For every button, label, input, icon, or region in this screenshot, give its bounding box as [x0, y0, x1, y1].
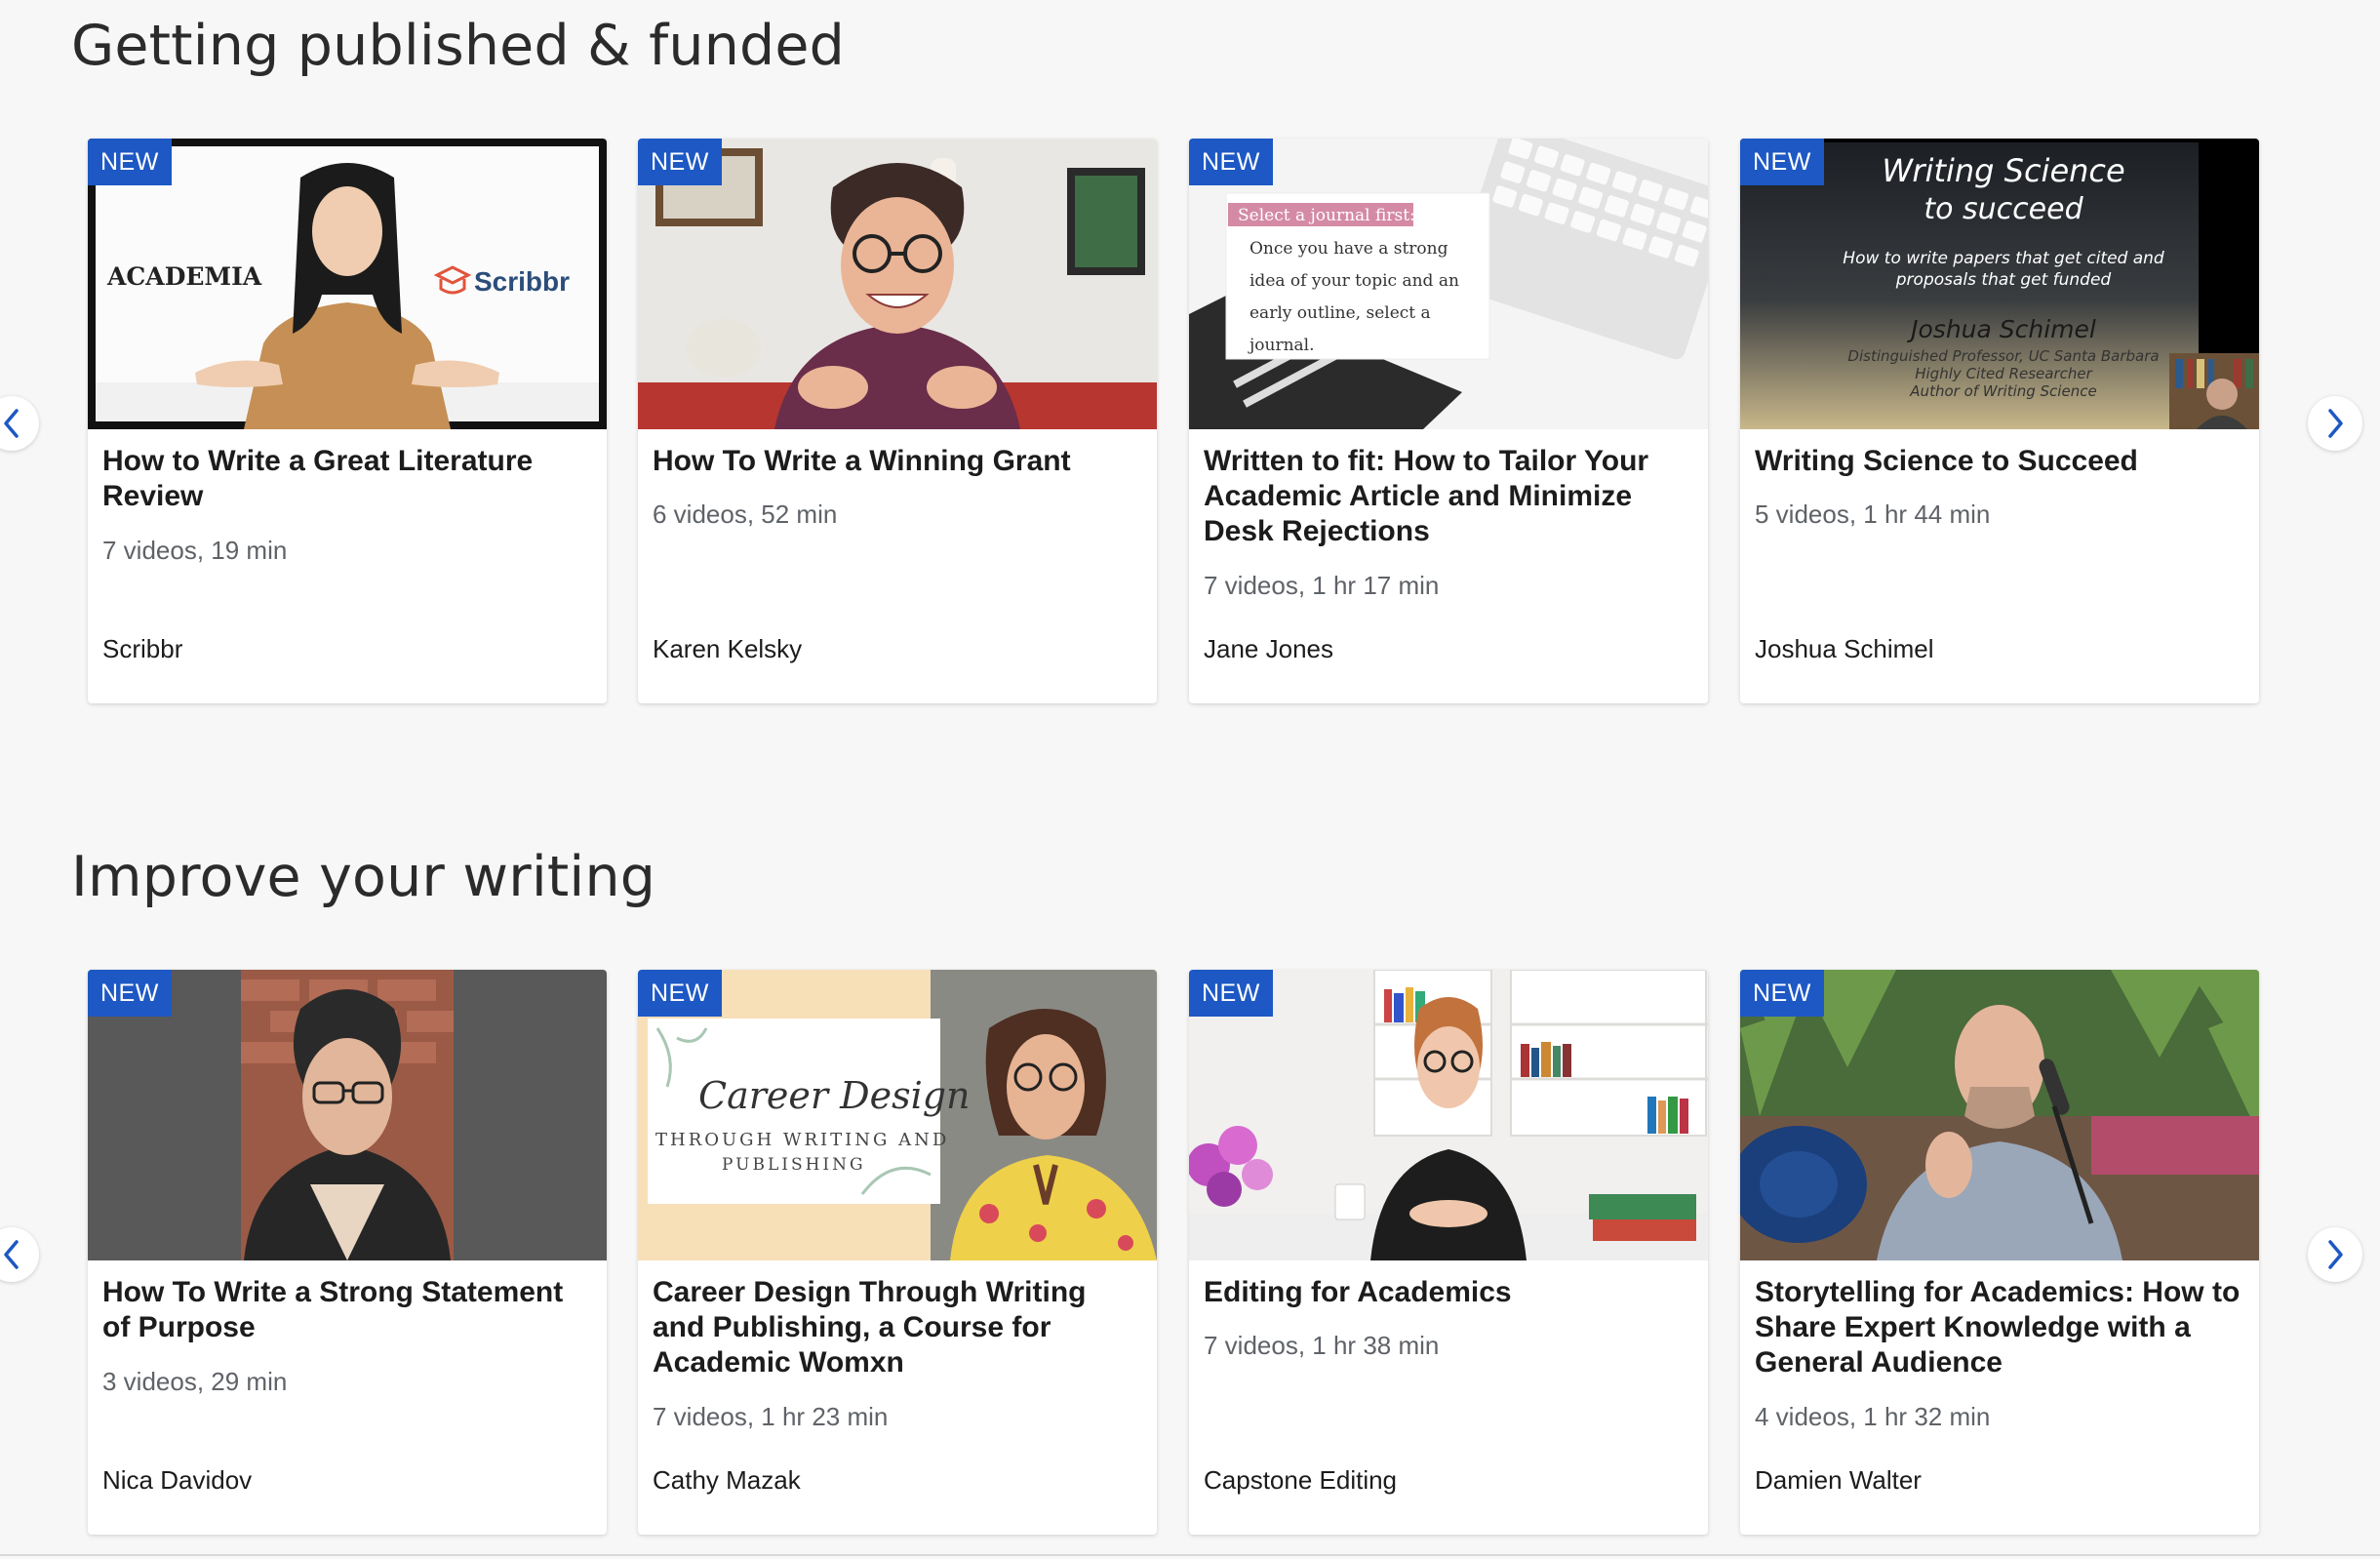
course-meta: 7 videos, 1 hr 17 min	[1204, 571, 1440, 600]
new-badge: NEW	[638, 970, 722, 1017]
course-title[interactable]: Written to fit: How to Tailor Your Acade…	[1204, 444, 1696, 549]
svg-text:to succeed: to succeed	[1924, 192, 2083, 226]
thumb-line1: THROUGH WRITING AND	[655, 1130, 949, 1150]
course-title[interactable]: Storytelling for Academics: How to Share…	[1755, 1275, 2247, 1380]
thumb-line2: PUBLISHING	[722, 1155, 866, 1175]
course-author: Cathy Mazak	[653, 1465, 801, 1495]
chevron-left-icon	[4, 409, 19, 438]
course-meta: 3 videos, 29 min	[102, 1367, 288, 1396]
chevron-right-icon	[2328, 409, 2343, 438]
course-author: Scribbr	[102, 634, 183, 663]
carousel-next-button[interactable]	[2308, 396, 2362, 451]
new-badge: NEW	[638, 139, 722, 185]
course-card[interactable]: NEW How To Write a Winning Grant 6 video…	[638, 139, 1157, 703]
course-author: Joshua Schimel	[1755, 634, 1934, 663]
new-badge: NEW	[88, 139, 172, 185]
new-badge: NEW	[1189, 139, 1273, 185]
course-card[interactable]: ACADEMIA Scribbr NEW How to Write a Grea…	[88, 139, 607, 703]
thumb-tag: Select a journal first:	[1238, 206, 1415, 225]
course-meta: 5 videos, 1 hr 44 min	[1755, 500, 1991, 529]
course-thumbnail[interactable]: NEW	[638, 139, 1157, 429]
course-thumbnail[interactable]: Select a journal first: Once you have a …	[1189, 139, 1708, 429]
course-card[interactable]: NEW Editing for Academics 7 videos, 1 hr…	[1189, 970, 1708, 1535]
svg-text:Scribbr: Scribbr	[474, 266, 570, 297]
course-title[interactable]: Career Design Through Writing and Publis…	[653, 1275, 1145, 1380]
thumb-script-text: Career Design	[698, 1074, 971, 1117]
course-card[interactable]: Select a journal first: Once you have a …	[1189, 139, 1708, 703]
section-title: Improve your writing	[71, 845, 656, 909]
course-author: Nica Davidov	[102, 1465, 253, 1495]
course-title[interactable]: How To Write a Strong Statement of Purpo…	[102, 1275, 595, 1345]
svg-text:early outline, select a: early outline, select a	[1250, 303, 1431, 323]
svg-text:Highly Cited Researcher: Highly Cited Researcher	[1915, 365, 2092, 382]
course-title[interactable]: How to Write a Great Literature Review	[102, 444, 595, 514]
svg-text:Once you have a strong: Once you have a strong	[1250, 239, 1448, 259]
scribbr-logo: Scribbr	[433, 265, 570, 297]
course-card[interactable]: NEW How To Write a Strong Statement of P…	[88, 970, 607, 1535]
course-meta: 7 videos, 1 hr 38 min	[1204, 1331, 1440, 1360]
course-author: Capstone Editing	[1204, 1465, 1398, 1495]
course-meta: 6 videos, 52 min	[653, 500, 838, 529]
svg-text:Joshua Schimel: Joshua Schimel	[1906, 315, 2096, 343]
new-badge: NEW	[1740, 970, 1824, 1017]
carousel-prev-button[interactable]	[0, 1227, 39, 1282]
course-thumbnail[interactable]: Career Design THROUGH WRITING AND PUBLIS…	[638, 970, 1157, 1260]
course-thumbnail[interactable]: Writing Science to succeed How to write …	[1740, 139, 2259, 429]
course-title[interactable]: How To Write a Winning Grant	[653, 444, 1145, 479]
divider	[0, 1554, 2380, 1556]
course-thumbnail[interactable]: NEW	[1189, 970, 1708, 1260]
carousel-next-button[interactable]	[2308, 1227, 2362, 1282]
course-card[interactable]: Career Design THROUGH WRITING AND PUBLIS…	[638, 970, 1157, 1535]
svg-text:Writing Science: Writing Science	[1882, 152, 2124, 189]
thumb-text-academia: ACADEMIA	[106, 262, 262, 291]
course-title[interactable]: Editing for Academics	[1204, 1275, 1696, 1310]
course-card[interactable]: NEW Storytelling for Academics: How to S…	[1740, 970, 2259, 1535]
course-title[interactable]: Writing Science to Succeed	[1755, 444, 2247, 479]
course-meta: 7 videos, 19 min	[102, 536, 288, 565]
course-thumbnail[interactable]: NEW	[88, 970, 607, 1260]
svg-text:How to write papers that get c: How to write papers that get cited and	[1843, 249, 2164, 268]
course-author: Damien Walter	[1755, 1465, 1922, 1495]
new-badge: NEW	[88, 970, 172, 1017]
course-thumbnail[interactable]: NEW	[1740, 970, 2259, 1260]
new-badge: NEW	[1189, 970, 1273, 1017]
course-card[interactable]: Writing Science to succeed How to write …	[1740, 139, 2259, 703]
svg-text:Distinguished Professor, UC Sa: Distinguished Professor, UC Santa Barbar…	[1847, 347, 2159, 365]
course-author: Jane Jones	[1204, 634, 1333, 663]
course-thumbnail[interactable]: ACADEMIA Scribbr NEW	[88, 139, 607, 429]
svg-text:journal.: journal.	[1248, 336, 1315, 355]
carousel-prev-button[interactable]	[0, 396, 39, 451]
course-meta: 7 videos, 1 hr 23 min	[653, 1402, 889, 1431]
chevron-left-icon	[4, 1240, 19, 1269]
section-title: Getting published & funded	[71, 14, 846, 78]
course-meta: 4 videos, 1 hr 32 min	[1755, 1402, 1991, 1431]
svg-text:idea of your topic and an: idea of your topic and an	[1250, 271, 1459, 291]
new-badge: NEW	[1740, 139, 1824, 185]
svg-text:proposals that get funded: proposals that get funded	[1895, 270, 2112, 290]
chevron-right-icon	[2328, 1240, 2343, 1269]
course-author: Karen Kelsky	[653, 634, 803, 663]
svg-text:Author of Writing Science: Author of Writing Science	[1909, 382, 2096, 400]
